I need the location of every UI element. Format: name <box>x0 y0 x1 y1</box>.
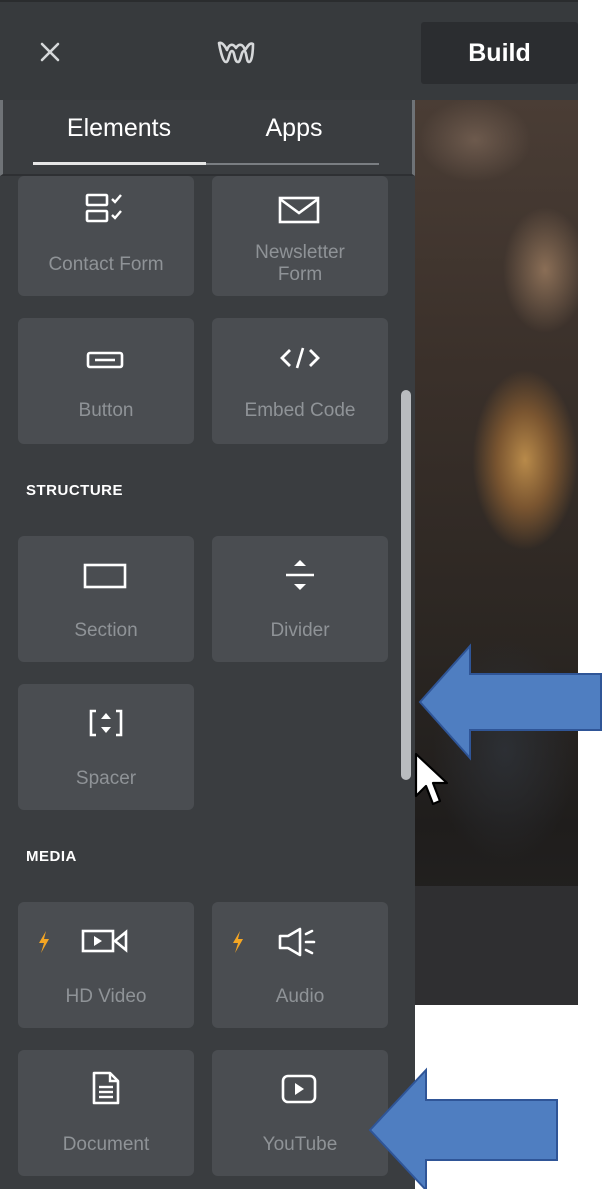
build-button[interactable]: Build <box>421 22 578 84</box>
divider-icon <box>282 558 318 592</box>
premium-bolt-icon <box>37 930 51 959</box>
weebly-logo-icon <box>217 41 255 64</box>
section-icon <box>81 562 131 592</box>
tile-spacer[interactable]: Spacer <box>18 684 194 810</box>
tile-divider[interactable]: Divider <box>212 536 388 662</box>
close-button[interactable] <box>30 32 70 72</box>
annotation-arrow-youtube <box>368 1067 558 1189</box>
code-icon <box>278 346 322 370</box>
build-button-label: Build <box>468 38 531 67</box>
elements-panel: Elements Apps Contact Form Newsletter Fo… <box>0 100 415 1189</box>
tile-hd-video-label: HD Video <box>65 986 147 1007</box>
tile-contact-form[interactable]: Contact Form <box>18 176 194 296</box>
spacer-icon <box>88 708 124 738</box>
mouse-cursor-icon <box>414 752 449 806</box>
tile-button-label: Button <box>78 400 134 421</box>
tab-apps[interactable]: Apps <box>208 108 380 148</box>
tile-button[interactable]: Button <box>18 318 194 444</box>
tab-apps-label: Apps <box>265 113 323 142</box>
preview-footer-band <box>415 886 578 1005</box>
tab-elements-label: Elements <box>66 113 172 142</box>
tile-embed-code-label: Embed Code <box>244 400 356 421</box>
panel-tabs: Elements Apps <box>0 100 415 176</box>
tile-newsletter-label-line1: Newsletter <box>255 242 345 263</box>
tile-spacer-label: Spacer <box>75 768 137 789</box>
tile-newsletter-form[interactable]: Newsletter Form <box>212 176 388 296</box>
tile-audio-label: Audio <box>275 986 325 1007</box>
section-heading-media: MEDIA <box>26 848 77 865</box>
top-bar: Build <box>0 0 578 100</box>
tile-document-label: Document <box>62 1134 150 1155</box>
video-camera-icon <box>80 926 132 956</box>
youtube-play-icon <box>280 1072 320 1106</box>
document-icon <box>90 1070 122 1106</box>
site-preview-canvas[interactable] <box>415 100 578 1005</box>
tile-divider-label: Divider <box>270 620 330 641</box>
tile-youtube[interactable]: YouTube <box>212 1050 388 1176</box>
speaker-icon <box>276 926 324 958</box>
tile-youtube-label: YouTube <box>262 1134 338 1155</box>
tile-section-label: Section <box>74 620 138 641</box>
tile-audio[interactable]: Audio <box>212 902 388 1028</box>
weebly-logo[interactable] <box>212 32 260 72</box>
panel-scrollbar-thumb[interactable] <box>401 390 411 780</box>
tile-document[interactable]: Document <box>18 1050 194 1176</box>
envelope-icon <box>276 194 324 226</box>
button-icon <box>86 350 126 370</box>
contact-form-icon <box>81 192 131 228</box>
tile-contact-form-label: Contact Form <box>48 254 164 275</box>
tile-hd-video[interactable]: HD Video <box>18 902 194 1028</box>
tile-section[interactable]: Section <box>18 536 194 662</box>
tab-elements[interactable]: Elements <box>33 108 205 148</box>
annotation-arrow-scrollbar <box>418 643 602 761</box>
section-heading-structure: STRUCTURE <box>26 482 123 499</box>
tile-newsletter-label-line2: Form <box>277 264 323 285</box>
tab-active-indicator <box>33 162 206 165</box>
tile-embed-code[interactable]: Embed Code <box>212 318 388 444</box>
close-icon <box>40 42 60 62</box>
premium-bolt-icon <box>231 930 245 959</box>
